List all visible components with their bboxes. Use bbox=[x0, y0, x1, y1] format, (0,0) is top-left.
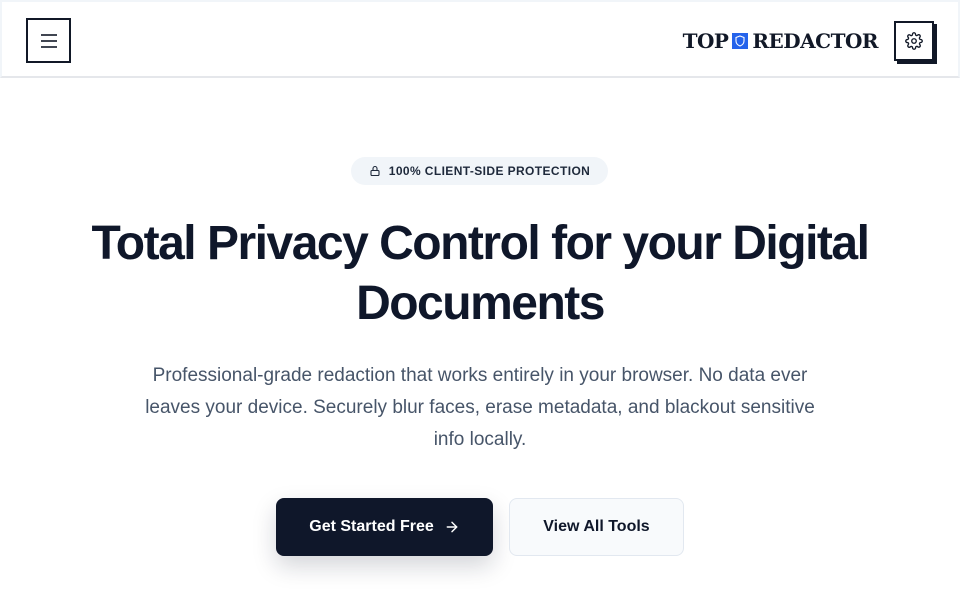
hamburger-icon bbox=[40, 33, 57, 48]
brand-name-left: TOP bbox=[682, 29, 729, 53]
menu-button[interactable] bbox=[26, 18, 71, 63]
shield-icon bbox=[732, 33, 749, 49]
get-started-button[interactable]: Get Started Free bbox=[276, 498, 493, 556]
site-header: TOP REDACTOR bbox=[0, 0, 960, 78]
brand-name-right: REDACTOR bbox=[752, 29, 878, 53]
brand-logo[interactable]: TOP REDACTOR bbox=[682, 28, 879, 54]
badge-label: 100% CLIENT-SIDE PROTECTION bbox=[388, 164, 591, 178]
hero-subtitle: Professional-grade redaction that works … bbox=[145, 365, 815, 450]
gear-icon bbox=[905, 32, 923, 50]
protection-badge: 100% CLIENT-SIDE PROTECTION bbox=[351, 157, 608, 185]
arrow-right-icon bbox=[446, 521, 458, 533]
view-all-tools-button[interactable]: View All Tools bbox=[509, 498, 684, 556]
get-started-label: Get Started Free bbox=[309, 518, 434, 535]
view-all-tools-label: View All Tools bbox=[543, 518, 650, 535]
lock-icon bbox=[370, 165, 380, 177]
settings-button[interactable] bbox=[894, 21, 934, 61]
page-title: Total Privacy Control for your Digital D… bbox=[91, 217, 870, 330]
